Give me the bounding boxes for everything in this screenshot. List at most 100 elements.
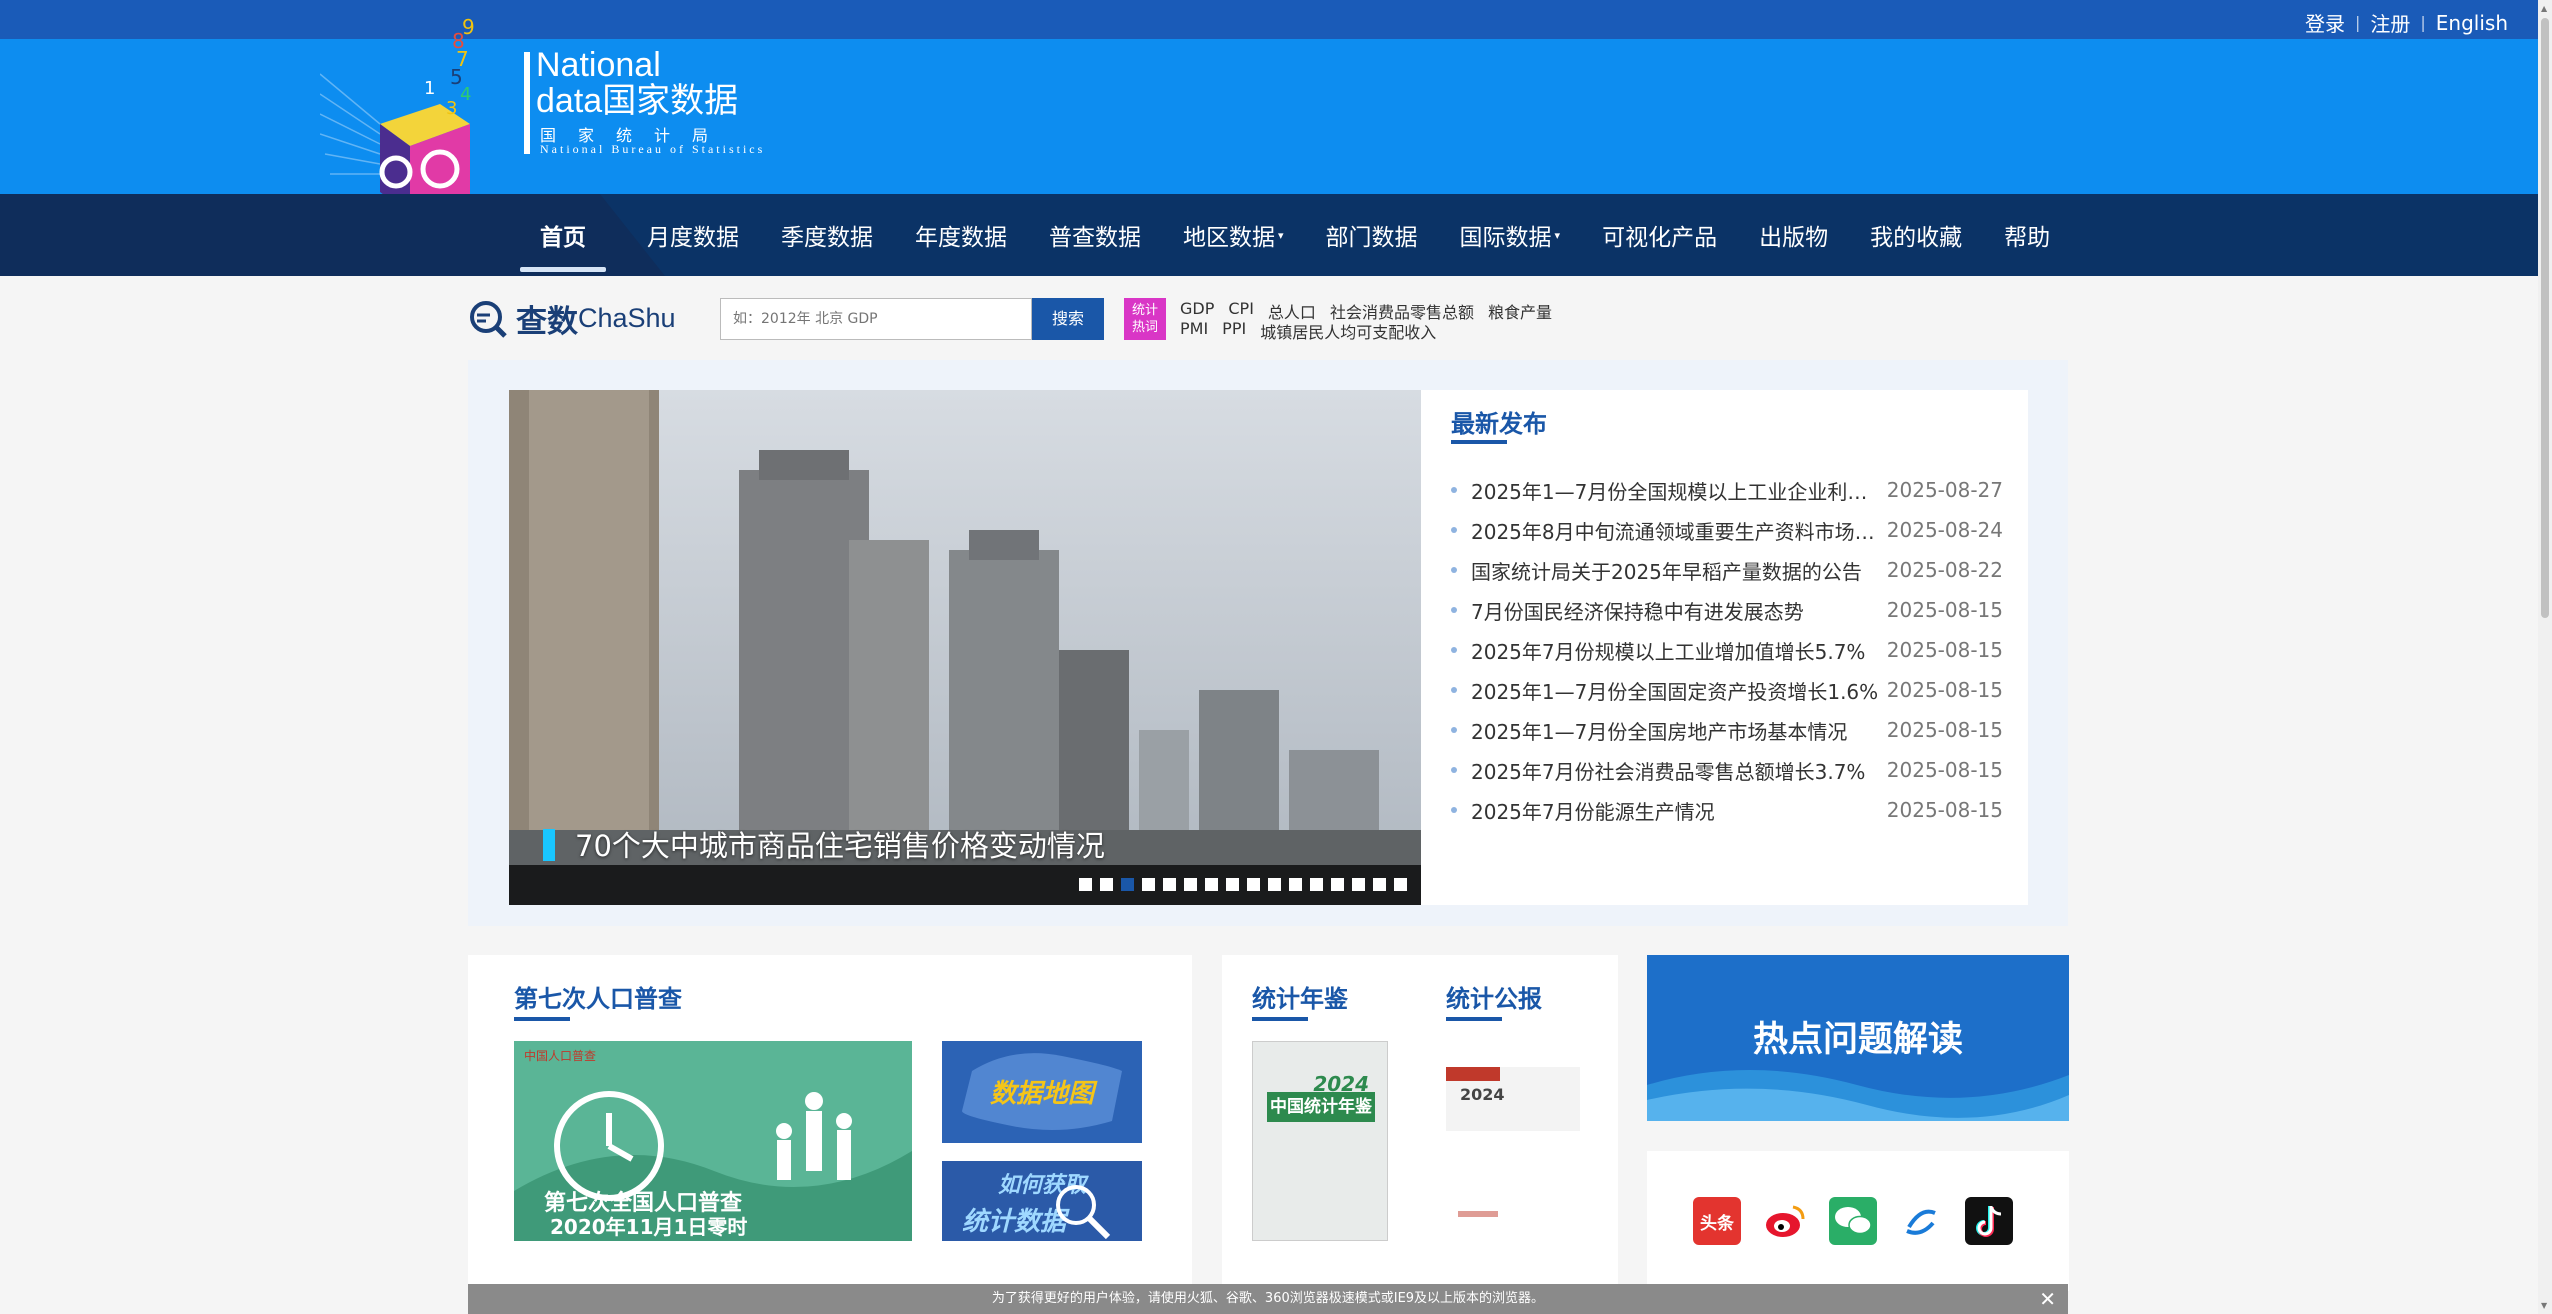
census-org-label: 中国人口普查 <box>524 1049 597 1063</box>
toutiao-icon[interactable]: 头条 <box>1693 1197 1741 1245</box>
hot-word-link[interactable]: PMI <box>1180 319 1208 343</box>
slide-dot[interactable] <box>1394 878 1407 891</box>
page-scrollbar[interactable]: ▲ ▼ <box>2538 0 2552 1314</box>
release-title[interactable]: 2025年7月份社会消费品零售总额增长3.7% <box>1471 756 1883 785</box>
svg-text:4: 4 <box>460 84 471 105</box>
release-title[interactable]: 2025年1—7月份全国规模以上工业企业利润... <box>1471 476 1883 505</box>
list-item[interactable]: 2025年7月份能源生产情况 2025-08-15 <box>1451 790 2003 830</box>
hot-topics-banner[interactable]: 热点问题解读 <box>1647 955 2069 1121</box>
census-title[interactable]: 第七次人口普查 <box>514 979 682 1014</box>
list-item[interactable]: 2025年7月份规模以上工业增加值增长5.7% 2025-08-15 <box>1451 630 2003 670</box>
bulletin-cover-2[interactable] <box>1446 1201 1580 1227</box>
nav-item-publications[interactable]: 出版物 <box>1738 194 1849 276</box>
nav-item-census[interactable]: 普查数据 <box>1028 194 1162 276</box>
slide-dot[interactable] <box>1184 878 1197 891</box>
douyin-icon[interactable] <box>1965 1197 2013 1245</box>
slide-dot[interactable] <box>1226 878 1239 891</box>
nav-item-regional[interactable]: 地区数据 ▾ <box>1162 194 1305 276</box>
bulletin-year: 2024 <box>1460 1085 1505 1104</box>
scroll-up-icon[interactable]: ▲ <box>2541 4 2547 13</box>
wechat-icon[interactable] <box>1829 1197 1877 1245</box>
how-to-get-data-link[interactable]: 如何获取 统计数据 <box>942 1161 1142 1241</box>
news-slideshow[interactable]: 70个大中城市商品住宅销售价格变动情况 <box>509 390 1421 905</box>
douyin-glyph <box>1976 1206 2002 1237</box>
svg-text:3: 3 <box>446 98 457 119</box>
list-item[interactable]: 2025年7月份社会消费品零售总额增长3.7% 2025-08-15 <box>1451 750 2003 790</box>
register-link[interactable]: 注册 <box>2370 8 2410 37</box>
slide-dot[interactable] <box>1373 878 1386 891</box>
release-title[interactable]: 2025年7月份规模以上工业增加值增长5.7% <box>1471 636 1883 665</box>
slide-dot[interactable] <box>1310 878 1323 891</box>
nav-item-home[interactable]: 首页 <box>500 194 626 276</box>
bullet-icon <box>1451 487 1457 493</box>
yearbook-title[interactable]: 统计年鉴 <box>1252 979 1348 1014</box>
census-banner[interactable]: 中国人口普查 第七次全国人口普查 2020年11月1日零时 <box>514 1041 912 1241</box>
release-title[interactable]: 2025年1—7月份全国房地产市场基本情况 <box>1471 716 1883 745</box>
slide-dot[interactable] <box>1079 878 1092 891</box>
nav-item-annual[interactable]: 年度数据 <box>894 194 1028 276</box>
nav-item-department[interactable]: 部门数据 <box>1305 194 1439 276</box>
bulletin-title[interactable]: 统计公报 <box>1446 979 1542 1014</box>
release-date: 2025-08-15 <box>1886 638 2003 662</box>
login-link[interactable]: 登录 <box>2305 8 2345 37</box>
hot-word-link[interactable]: 城镇居民人均可支配收入 <box>1260 319 1436 343</box>
release-date: 2025-08-15 <box>1886 598 2003 622</box>
release-title[interactable]: 7月份国民经济保持稳中有进发展态势 <box>1471 596 1883 625</box>
hot-badge-line: 热词 <box>1131 320 1158 335</box>
nav-item-visualization[interactable]: 可视化产品 <box>1581 194 1738 276</box>
list-item[interactable]: 2025年1—7月份全国规模以上工业企业利润... 2025-08-27 <box>1451 470 2003 510</box>
release-title[interactable]: 2025年1—7月份全国固定资产投资增长1.6% <box>1471 676 1883 705</box>
yearbook-cover[interactable]: 2024 中国统计年鉴 <box>1252 1041 1388 1241</box>
slide-dot[interactable] <box>1247 878 1260 891</box>
weibo-icon[interactable] <box>1761 1197 1809 1245</box>
scroll-thumb[interactable] <box>2541 18 2549 618</box>
data-map-link[interactable]: 数据地图 <box>942 1041 1142 1143</box>
release-title[interactable]: 国家统计局关于2025年早稻产量数据的公告 <box>1471 556 1883 585</box>
release-title[interactable]: 2025年7月份能源生产情况 <box>1471 796 1883 825</box>
nav-item-favorites[interactable]: 我的收藏 <box>1849 194 1983 276</box>
latest-title: 最新发布 <box>1451 410 1547 438</box>
nav-item-help[interactable]: 帮助 <box>1983 194 2071 276</box>
release-date: 2025-08-27 <box>1886 478 2003 502</box>
slide-dot[interactable] <box>1142 878 1155 891</box>
list-item[interactable]: 2025年1—7月份全国房地产市场基本情况 2025-08-15 <box>1451 710 2003 750</box>
slide-dot[interactable] <box>1100 878 1113 891</box>
close-icon[interactable]: ✕ <box>2039 1284 2056 1314</box>
hot-word-link[interactable]: 粮食产量 <box>1488 299 1552 323</box>
chashu-label-en: ChaShu <box>578 303 676 333</box>
release-title[interactable]: 2025年8月中旬流通领域重要生产资料市场价... <box>1471 516 1883 545</box>
nav-label: 年度数据 <box>915 225 1007 251</box>
search-magnifier-icon <box>470 300 507 338</box>
nav-item-quarterly[interactable]: 季度数据 <box>760 194 894 276</box>
nav-item-monthly[interactable]: 月度数据 <box>626 194 760 276</box>
slide-dot[interactable] <box>1205 878 1218 891</box>
app-icon[interactable] <box>1897 1197 1945 1245</box>
release-date: 2025-08-24 <box>1886 518 2003 542</box>
logo-cube-icon[interactable]: 9 8 7 5 4 1 3 <box>320 14 500 214</box>
search-input[interactable] <box>720 298 1032 340</box>
nav-label: 月度数据 <box>647 225 739 251</box>
release-date: 2025-08-15 <box>1886 798 2003 822</box>
hot-word-link[interactable]: PPI <box>1222 319 1246 343</box>
list-item[interactable]: 2025年1—7月份全国固定资产投资增长1.6% 2025-08-15 <box>1451 670 2003 710</box>
list-item[interactable]: 7月份国民经济保持稳中有进发展态势 2025-08-15 <box>1451 590 2003 630</box>
list-item[interactable]: 国家统计局关于2025年早稻产量数据的公告 2025-08-22 <box>1451 550 2003 590</box>
list-item[interactable]: 2025年8月中旬流通领域重要生产资料市场价... 2025-08-24 <box>1451 510 2003 550</box>
slide-dot[interactable] <box>1331 878 1344 891</box>
nav-item-international[interactable]: 国际数据 ▾ <box>1439 194 1582 276</box>
slide-dot[interactable] <box>1268 878 1281 891</box>
hot-words-row-2: PMI PPI 城镇居民人均可支配收入 <box>1180 319 1436 343</box>
slide-dot[interactable] <box>1163 878 1176 891</box>
slide-caption[interactable]: 70个大中城市商品住宅销售价格变动情况 <box>575 823 1105 865</box>
slide-dot[interactable] <box>1289 878 1302 891</box>
nav-label: 帮助 <box>2004 225 2051 251</box>
search-button[interactable]: 搜索 <box>1032 298 1104 340</box>
nav-label: 地区数据 <box>1183 225 1275 251</box>
slide-dot[interactable] <box>1121 878 1134 891</box>
how-to-label-2: 统计数据 <box>962 1207 1067 1237</box>
english-link[interactable]: English <box>2436 11 2508 35</box>
bulletin-cover[interactable]: 2024 <box>1446 1067 1580 1131</box>
scroll-down-icon[interactable]: ▼ <box>2541 1301 2547 1310</box>
slide-dot[interactable] <box>1352 878 1365 891</box>
nav-label: 季度数据 <box>781 225 873 251</box>
